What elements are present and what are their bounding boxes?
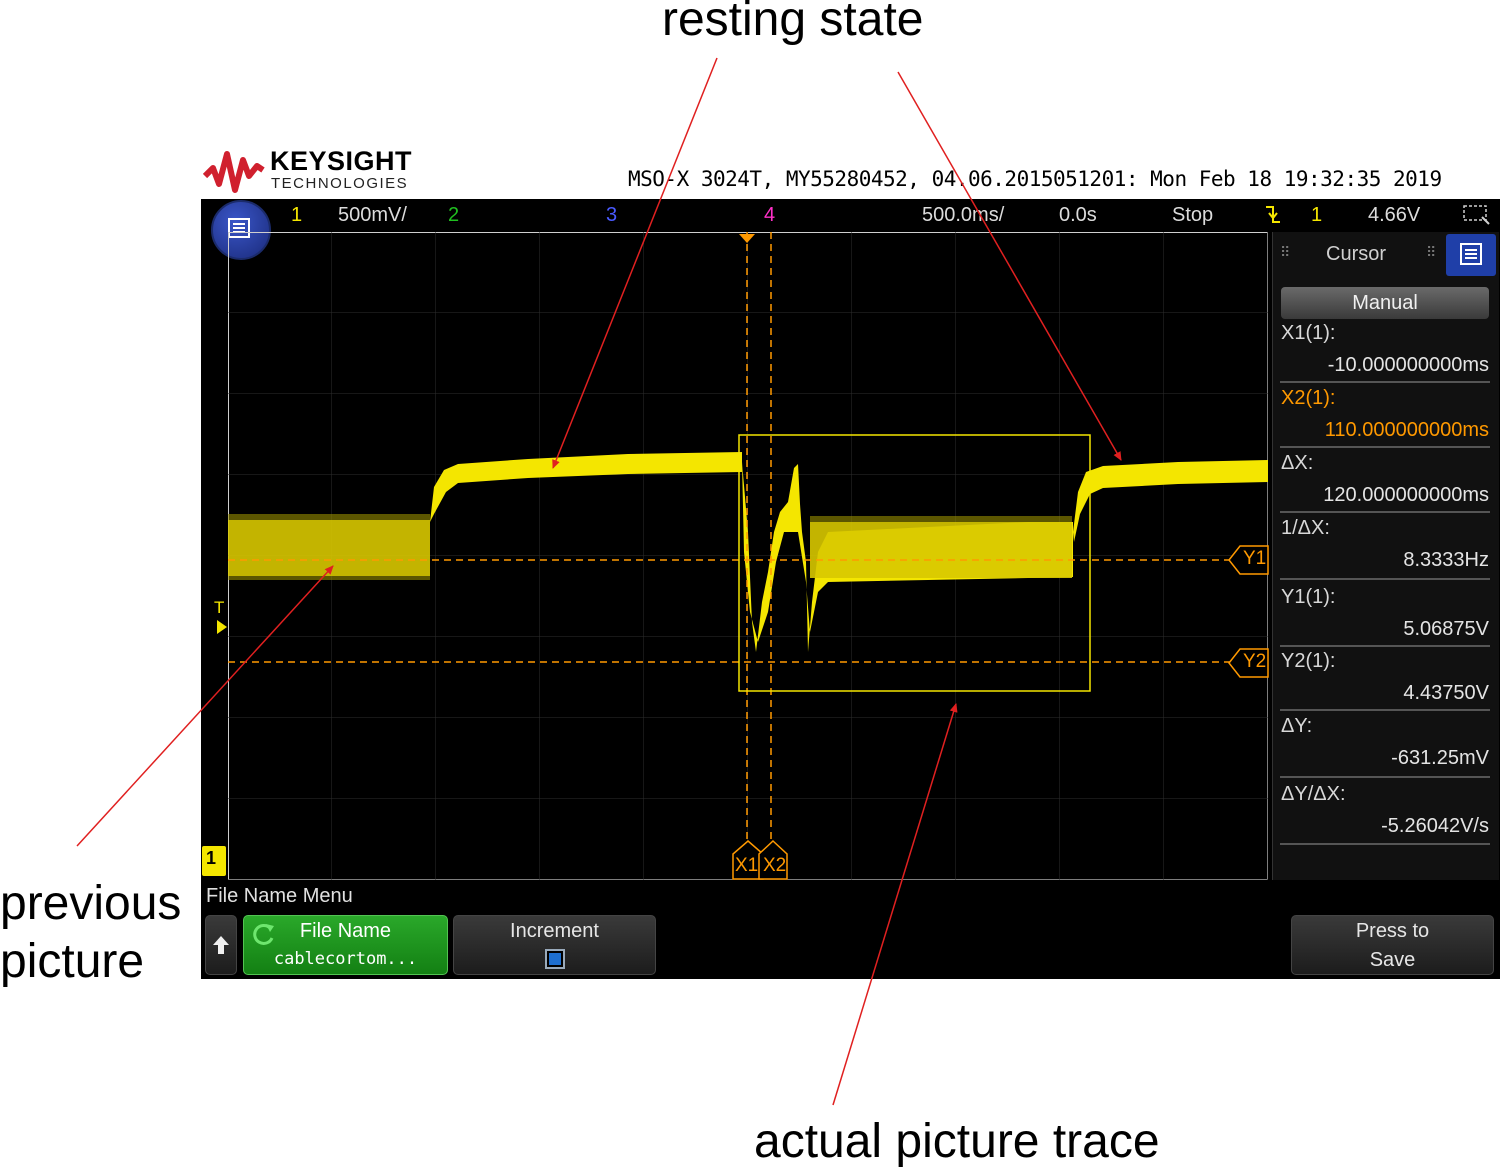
arrow-resting-state-left	[552, 57, 718, 469]
arrow-previous-picture	[76, 565, 334, 847]
annotation-arrows	[76, 57, 1122, 1106]
arrow-actual-picture-trace	[832, 703, 958, 1106]
arrow-resting-state-right	[897, 71, 1122, 461]
